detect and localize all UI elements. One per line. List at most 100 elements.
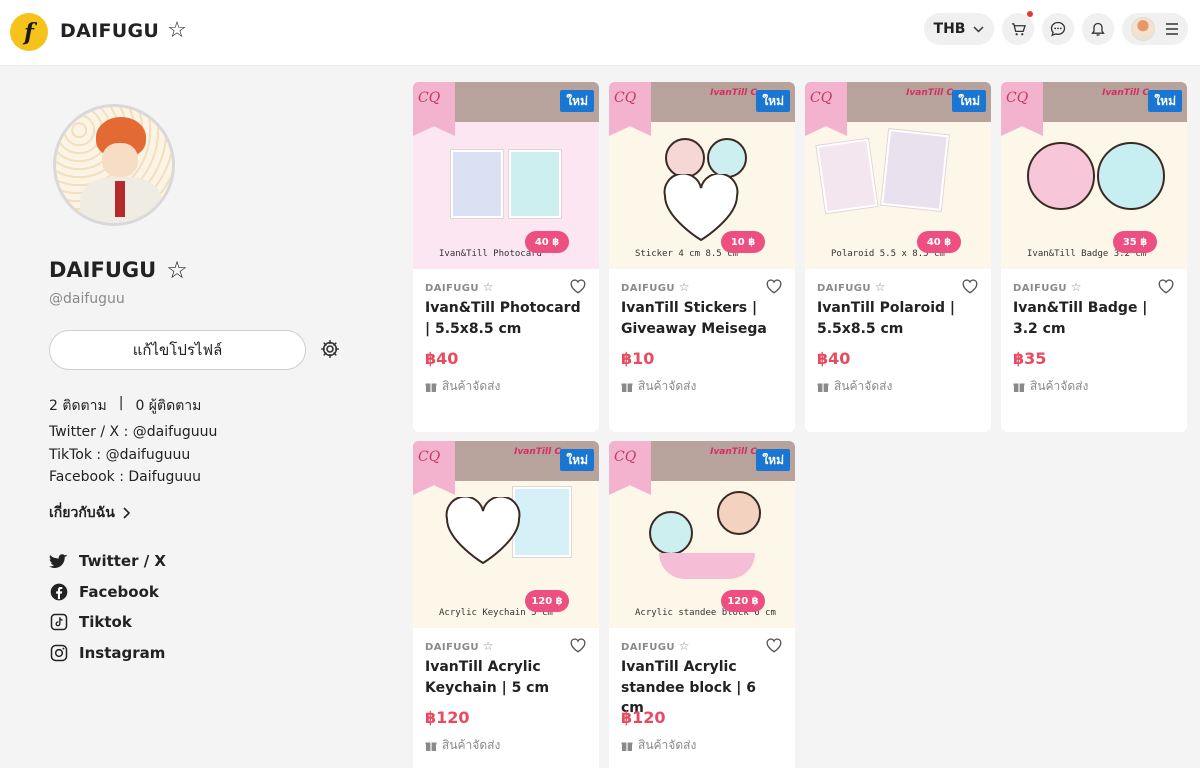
- thumb-deco-text: IvanTill Ca: [514, 447, 567, 457]
- product-card[interactable]: IvanTill Ca CQ Acrylic standee block 6 c…: [609, 441, 795, 768]
- social-link-instagram[interactable]: Instagram: [49, 638, 166, 669]
- cart-button[interactable]: [1002, 11, 1034, 45]
- product-title[interactable]: IvanTill Polaroid | 5.5x8.5 cm: [817, 298, 979, 339]
- bio-line: Twitter / X : @daifuguuu: [49, 424, 218, 440]
- product-title[interactable]: IvanTill Stickers | Giveaway Meisega: [621, 298, 783, 339]
- shipping-label: สินค้าจัดส่ง: [1030, 379, 1089, 393]
- heart-icon[interactable]: [765, 636, 783, 654]
- thumb-price-tag: 120 ฿: [525, 590, 569, 612]
- edit-profile-button[interactable]: แก้ไขโปรไฟล์: [49, 330, 306, 370]
- product-price: ฿40: [817, 349, 851, 368]
- product-shop[interactable]: DAIFUGU ☆: [425, 280, 494, 294]
- following-count[interactable]: 2 ติดตาม: [49, 395, 107, 417]
- product-card[interactable]: IvanTill Ca CQ Ivan&Till Badge 3.2 cm 35…: [1001, 82, 1187, 432]
- store-brand[interactable]: DAIFUGU ☆: [60, 18, 187, 43]
- profile-handle: @daifuguu: [49, 291, 125, 307]
- heart-icon[interactable]: [765, 277, 783, 295]
- heart-icon[interactable]: [1157, 277, 1175, 295]
- facebook-icon: [50, 583, 68, 601]
- product-card[interactable]: IvanTill Ca CQ Polaroid 5.5 x 8.5 cm 40 …: [805, 82, 991, 432]
- social-link-twitter[interactable]: Twitter / X: [49, 546, 166, 577]
- product-image[interactable]: IvanTill Ca CQ Acrylic standee block 6 c…: [609, 441, 795, 628]
- shipping-label: สินค้าจัดส่ง: [442, 379, 501, 393]
- chibi-art: [665, 138, 705, 178]
- chevron-right-icon: [123, 507, 130, 519]
- product-card[interactable]: IvanTill Ca CQ Sticker 4 cm 8.5 cm 10 ฿ …: [609, 82, 795, 432]
- avatar-face: [102, 143, 138, 177]
- product-shop[interactable]: DAIFUGU ☆: [621, 280, 690, 294]
- ribbon-text: CQ: [418, 449, 441, 465]
- notifications-button[interactable]: [1082, 13, 1114, 45]
- shipping-info: สินค้าจัดส่ง: [817, 377, 892, 396]
- ribbon-text: CQ: [614, 90, 637, 106]
- currency-selector[interactable]: THB: [924, 13, 994, 45]
- product-title[interactable]: Ivan&Till Badge | 3.2 cm: [1013, 298, 1175, 339]
- badge-art: [1097, 142, 1165, 210]
- product-shop[interactable]: DAIFUGU ☆: [425, 639, 494, 653]
- product-shop-name: DAIFUGU: [621, 642, 675, 653]
- product-price: ฿120: [425, 708, 470, 727]
- social-link-facebook[interactable]: Facebook: [49, 577, 166, 608]
- new-badge: ใหม่: [756, 90, 790, 112]
- product-shop-name: DAIFUGU: [1013, 283, 1067, 294]
- stats-separator: |: [118, 395, 124, 411]
- shipping-info: สินค้าจัดส่ง: [425, 377, 500, 396]
- user-menu-button[interactable]: [1122, 13, 1188, 45]
- product-card[interactable]: IvanTill Ca CQ Acrylic Keychain 5 cm 120…: [413, 441, 599, 768]
- thumb-ribbon: CQ: [1001, 82, 1043, 136]
- product-card[interactable]: CQ Ivan&Till Photocard 40 ฿ ใหม่ DAIFUGU…: [413, 82, 599, 432]
- settings-gear-icon[interactable]: [320, 339, 340, 359]
- social-link-tiktok[interactable]: Tiktok: [49, 607, 166, 638]
- shipping-label: สินค้าจัดส่ง: [834, 379, 893, 393]
- messages-button[interactable]: [1042, 13, 1074, 45]
- thumb-ribbon: CQ: [609, 441, 651, 495]
- star-icon: ☆: [482, 280, 494, 294]
- shipping-info: สินค้าจัดส่ง: [621, 377, 696, 396]
- product-title[interactable]: Ivan&Till Photocard | 5.5x8.5 cm: [425, 298, 587, 339]
- shipping-label: สินค้าจัดส่ง: [442, 738, 501, 752]
- ribbon-text: CQ: [418, 90, 441, 106]
- new-badge: ใหม่: [560, 90, 594, 112]
- bell-icon: [1091, 22, 1105, 36]
- gift-box-icon: [1013, 383, 1025, 392]
- heart-icon[interactable]: [961, 277, 979, 295]
- product-shop[interactable]: DAIFUGU ☆: [621, 639, 690, 653]
- about-me-link[interactable]: เกี่ยวกับฉัน: [49, 502, 130, 524]
- instagram-icon: [50, 644, 68, 661]
- social-label: Facebook: [79, 582, 159, 601]
- product-image[interactable]: IvanTill Ca CQ Acrylic Keychain 5 cm 120…: [413, 441, 599, 628]
- new-badge: ใหม่: [952, 90, 986, 112]
- product-image[interactable]: IvanTill Ca CQ Sticker 4 cm 8.5 cm 10 ฿ …: [609, 82, 795, 269]
- social-label: Tiktok: [79, 613, 132, 632]
- product-shop[interactable]: DAIFUGU ☆: [1013, 280, 1082, 294]
- cart-notification-dot: [1027, 11, 1033, 17]
- shipping-info: สินค้าจัดส่ง: [1013, 377, 1088, 396]
- profile-name: DAIFUGU ☆: [49, 256, 188, 284]
- product-image[interactable]: IvanTill Ca CQ Ivan&Till Badge 3.2 cm 35…: [1001, 82, 1187, 269]
- star-icon[interactable]: ☆: [166, 256, 188, 284]
- product-image[interactable]: IvanTill Ca CQ Polaroid 5.5 x 8.5 cm 40 …: [805, 82, 991, 269]
- followers-count[interactable]: 0 ผู้ติดตาม: [135, 395, 201, 417]
- ribbon-text: CQ: [1006, 90, 1029, 106]
- heart-art: [445, 497, 521, 565]
- thumb-label: Ivan&Till Photocard: [439, 249, 542, 259]
- social-label: Instagram: [79, 643, 166, 662]
- profile-name-text: DAIFUGU: [49, 258, 157, 282]
- polaroid-art: [881, 129, 949, 211]
- ribbon-text: CQ: [614, 449, 637, 465]
- new-badge: ใหม่: [560, 449, 594, 471]
- star-icon: ☆: [678, 639, 690, 653]
- star-icon[interactable]: ☆: [167, 18, 187, 43]
- thumb-ribbon: CQ: [413, 441, 455, 495]
- product-image[interactable]: CQ Ivan&Till Photocard 40 ฿ ใหม่: [413, 82, 599, 269]
- product-shop[interactable]: DAIFUGU ☆: [817, 280, 886, 294]
- product-title[interactable]: IvanTill Acrylic Keychain | 5 cm: [425, 657, 587, 698]
- ribbon-text: CQ: [810, 90, 833, 106]
- site-logo[interactable]: f: [10, 13, 48, 51]
- chibi-art: [707, 138, 747, 178]
- heart-icon[interactable]: [569, 277, 587, 295]
- follow-stats: 2 ติดตาม | 0 ผู้ติดตาม: [49, 395, 201, 417]
- heart-icon[interactable]: [569, 636, 587, 654]
- shipping-label: สินค้าจัดส่ง: [638, 379, 697, 393]
- profile-bio: Twitter / X : @daifuguuu TikTok : @daifu…: [49, 421, 217, 489]
